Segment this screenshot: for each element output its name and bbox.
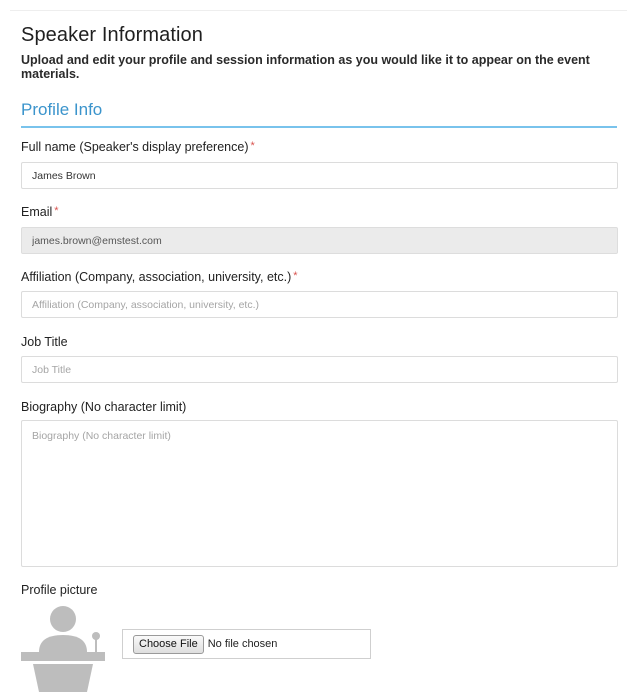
required-mark: *: [250, 140, 255, 152]
profile-picture-label-text: Profile picture: [21, 583, 98, 597]
file-status-text: No file chosen: [207, 638, 278, 650]
email-label: Email *: [21, 205, 59, 219]
job-title-input[interactable]: [21, 356, 618, 383]
speaker-information-page: Speaker Information Upload and edit your…: [0, 0, 637, 694]
speaker-at-podium-icon: [21, 606, 105, 692]
page-subtitle: Upload and edit your profile and session…: [21, 53, 590, 81]
profile-picture-label: Profile picture: [21, 583, 97, 597]
biography-label: Biography (No character limit): [21, 400, 186, 414]
required-mark: *: [54, 205, 59, 217]
affiliation-label-text: Affiliation (Company, association, unive…: [21, 270, 292, 284]
top-divider: [10, 0, 627, 11]
affiliation-input[interactable]: [21, 291, 618, 318]
required-mark: *: [293, 270, 298, 282]
biography-label-text: Biography (No character limit): [21, 400, 187, 414]
job-title-label: Job Title: [21, 335, 68, 349]
profile-picture-file-input[interactable]: Choose File No file chosen: [122, 629, 371, 659]
full-name-label: Full name (Speaker's display preference)…: [21, 140, 255, 154]
email-label-text: Email: [21, 205, 53, 219]
affiliation-label: Affiliation (Company, association, unive…: [21, 270, 298, 284]
biography-textarea[interactable]: [21, 420, 618, 567]
section-heading-profile-info: Profile Info: [21, 100, 617, 128]
full-name-input[interactable]: [21, 162, 618, 189]
email-input[interactable]: [21, 227, 618, 254]
job-title-label-text: Job Title: [21, 335, 68, 349]
full-name-label-text: Full name (Speaker's display preference): [21, 140, 249, 154]
choose-file-button[interactable]: Choose File: [133, 634, 204, 654]
